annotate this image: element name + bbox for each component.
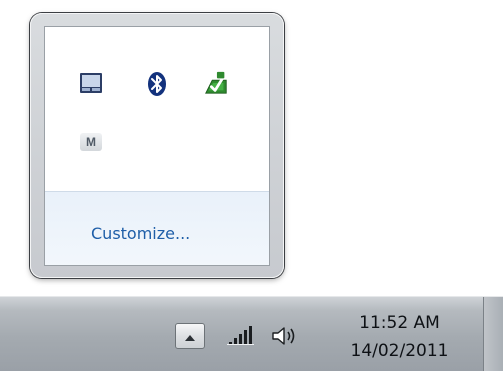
customize-area: Customize... [45,191,269,265]
clock[interactable]: 11:52 AM 14/02/2011 [332,305,467,365]
touchpad-icon[interactable] [78,71,104,97]
hidden-icons-area: M [45,27,269,191]
m-app-icon-label: M [86,135,96,149]
notification-overflow-flyout: M Customize... [30,13,284,278]
taskbar: 11:52 AM 14/02/2011 [0,296,503,371]
bluetooth-icon[interactable] [144,71,170,97]
customize-link[interactable]: Customize... [91,224,190,243]
clock-time: 11:52 AM [359,313,440,333]
m-app-icon[interactable]: M [78,129,104,155]
chevron-up-icon [184,327,196,346]
volume-icon[interactable] [270,324,300,348]
desktop: M Customize... 11:52 AM 14/02/2011 [0,0,503,371]
m-app-icon-badge: M [80,133,102,151]
network-icon[interactable] [226,324,258,348]
clock-date: 14/02/2011 [350,341,449,361]
show-desktop-button[interactable] [483,297,503,371]
flyout-panel: M Customize... [44,26,270,266]
safely-remove-hardware-icon[interactable] [203,70,229,96]
show-hidden-icons-button[interactable] [175,323,205,349]
